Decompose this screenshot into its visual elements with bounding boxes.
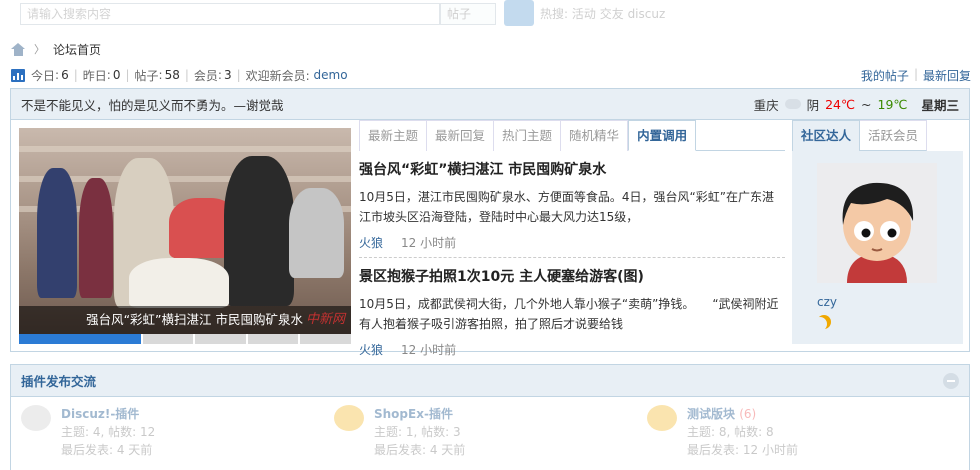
latest-replies-link[interactable]: 最新回复	[923, 67, 971, 84]
article-time: 12 小时前	[401, 236, 457, 250]
new-member-link[interactable]: demo	[314, 68, 348, 82]
slider-dot[interactable]	[300, 334, 351, 344]
weather-city: 重庆	[753, 97, 779, 113]
hot-item[interactable]: 交友	[600, 7, 624, 21]
forum-stats: 主题: 8, 帖数: 8	[687, 425, 774, 439]
slider-dot[interactable]	[19, 334, 141, 344]
breadcrumb: 〉 论坛首页	[11, 41, 101, 57]
tab-latest-threads[interactable]: 最新主题	[359, 120, 428, 151]
temp-high: 24℃	[825, 96, 856, 112]
members-label: 会员	[193, 68, 218, 83]
hot-label: 热搜:	[540, 7, 569, 21]
collapse-icon[interactable]	[943, 372, 959, 389]
today-value: 6	[61, 68, 69, 82]
avatar[interactable]	[817, 163, 937, 283]
posts-label: 帖子	[134, 68, 159, 83]
image-slider[interactable]: 强台风“彩虹”横扫湛江 市民囤购矿泉水 中新网	[19, 128, 351, 344]
forum-bubble-icon	[21, 405, 51, 431]
article-author[interactable]: 火狼	[359, 341, 383, 358]
forum-name[interactable]: 测试版块	[687, 407, 735, 421]
slider-pager	[19, 334, 351, 344]
slider-caption[interactable]: 强台风“彩虹”横扫湛江 市民囤购矿泉水	[19, 306, 351, 334]
tab-latest-replies[interactable]: 最新回复	[427, 120, 495, 151]
forum-last-post[interactable]: 最后发表: 4 天前	[61, 441, 155, 459]
article-item: 强台风“彩虹”横扫湛江 市民囤购矿泉水 10月5日，湛江市民囤购矿泉水、方便面等…	[359, 151, 785, 258]
forum-stats: 今日:6 | 昨日:0 | 帖子:58 | 会员:3 | 欢迎新会员: demo…	[11, 67, 971, 83]
temp-low: 19℃	[877, 96, 908, 112]
forum-last-post[interactable]: 最后发表: 4 天前	[374, 441, 465, 459]
members-value: 3	[223, 68, 232, 82]
search-button[interactable]	[504, 0, 534, 26]
divider: |	[184, 68, 189, 82]
breadcrumb-current[interactable]: 论坛首页	[53, 41, 101, 58]
slider-dot[interactable]	[247, 334, 299, 344]
member-card: czy	[792, 151, 963, 344]
welcome-label: 欢迎新会员:	[245, 68, 310, 83]
forum-stats: 主题: 4, 帖数: 12	[61, 425, 156, 439]
forum-name[interactable]: Discuz!-插件	[61, 407, 139, 421]
divider: |	[125, 68, 130, 82]
hot-item[interactable]: discuz	[628, 7, 666, 21]
article-title[interactable]: 景区抱猴子拍照1次10元 主人硬塞给游客(图)	[359, 266, 785, 286]
forum-item: 测试版块 (6) 主题: 8, 帖数: 8 最后发表: 12 小时前	[637, 405, 950, 459]
moon-icon	[817, 315, 831, 329]
search-input[interactable]: 请输入搜索内容	[20, 3, 440, 25]
forum-category: 插件发布交流 Discuz!-插件 主题: 4, 帖数: 12 最后发表: 4 …	[10, 364, 970, 470]
forum-list: Discuz!-插件 主题: 4, 帖数: 12 最后发表: 4 天前 Shop…	[11, 397, 969, 459]
stats-chart-icon	[11, 68, 25, 82]
tab-active-members[interactable]: 活跃会员	[860, 120, 928, 151]
forum-today-count: (6)	[739, 407, 757, 421]
slider-watermark: 中新网	[305, 312, 345, 327]
portal-block: 强台风“彩虹”横扫湛江 市民囤购矿泉水 中新网 最新主题 最新回复 热门主题 随…	[10, 120, 970, 365]
forum-item: ShopEx-插件 主题: 1, 帖数: 3 最后发表: 4 天前	[324, 405, 637, 459]
slider-dot[interactable]	[195, 334, 246, 344]
hot-item[interactable]: 活动	[572, 7, 596, 21]
tab-hot-threads[interactable]: 热门主题	[494, 120, 562, 151]
temp-separator: ~	[861, 96, 872, 112]
content-tabs: 最新主题 最新回复 热门主题 随机精华 内置调用 强台风“彩虹”横扫湛江 市民囤…	[359, 120, 785, 365]
home-icon[interactable]	[11, 42, 26, 56]
category-title[interactable]: 插件发布交流	[21, 371, 96, 390]
article-summary: 10月5日，湛江市民囤购矿泉水、方便面等食品。4日，强台风“彩虹”在广东湛江市坡…	[359, 190, 774, 224]
member-tab-bar: 社区达人 活跃会员	[792, 120, 963, 151]
member-panel: 社区达人 活跃会员 czy	[792, 120, 963, 344]
tab-random-digest[interactable]: 随机精华	[561, 120, 629, 151]
forum-name[interactable]: ShopEx-插件	[374, 407, 453, 421]
forum-stats: 主题: 1, 帖数: 3	[374, 425, 461, 439]
weather-widget: 重庆 阴 24℃ ~19℃ 星期三	[754, 95, 959, 114]
featured-username[interactable]: czy	[817, 295, 837, 309]
slider-photo[interactable]	[19, 128, 351, 334]
motto-text: 不是不能见义，怕的是见义而不勇为。—谢觉哉	[21, 97, 284, 113]
chevron-right-icon: 〉	[34, 43, 45, 56]
yesterday-label: 昨日	[82, 68, 107, 83]
forum-item: Discuz!-插件 主题: 4, 帖数: 12 最后发表: 4 天前	[11, 405, 324, 459]
weather-condition: 阴	[806, 97, 820, 113]
search-type-select[interactable]: 帖子	[440, 3, 496, 25]
slider-dot[interactable]	[142, 334, 194, 344]
motto-bar: 不是不能见义，怕的是见义而不勇为。—谢觉哉 重庆 阴 24℃ ~19℃ 星期三	[10, 88, 970, 120]
yesterday-value: 0	[112, 68, 121, 82]
article-summary: 10月5日，成都武侯祠大街，几个外地人靠小猴子“卖萌”挣钱。 “武侯祠附近有人抱…	[359, 297, 779, 331]
posts-value: 58	[164, 68, 180, 82]
article-title[interactable]: 强台风“彩虹”横扫湛江 市民囤购矿泉水	[359, 159, 785, 179]
article-author[interactable]: 火狼	[359, 234, 383, 251]
today-label: 今日	[31, 68, 56, 83]
hot-search: 热搜: 活动 交友 discuz	[540, 5, 665, 22]
tab-bar: 最新主题 最新回复 热门主题 随机精华 内置调用	[359, 120, 785, 151]
divider: |	[913, 66, 918, 81]
divider: |	[236, 68, 241, 82]
article-item: 景区抱猴子拍照1次10元 主人硬塞给游客(图) 10月5日，成都武侯祠大街，几个…	[359, 258, 785, 365]
forum-last-post[interactable]: 最后发表: 12 小时前	[687, 441, 798, 459]
tab-community-stars[interactable]: 社区达人	[792, 120, 861, 151]
my-posts-link[interactable]: 我的帖子	[861, 67, 909, 84]
category-header: 插件发布交流	[11, 365, 969, 397]
article-time: 12 小时前	[401, 343, 457, 357]
weekday: 星期三	[921, 97, 959, 113]
search-bar: 请输入搜索内容 帖子 热搜: 活动 交友 discuz	[0, 0, 980, 30]
forum-bubble-icon	[334, 405, 364, 431]
tab-builtin[interactable]: 内置调用	[628, 120, 697, 151]
cloud-icon	[784, 99, 801, 109]
forum-bubble-icon	[647, 405, 677, 431]
divider: |	[73, 68, 78, 82]
